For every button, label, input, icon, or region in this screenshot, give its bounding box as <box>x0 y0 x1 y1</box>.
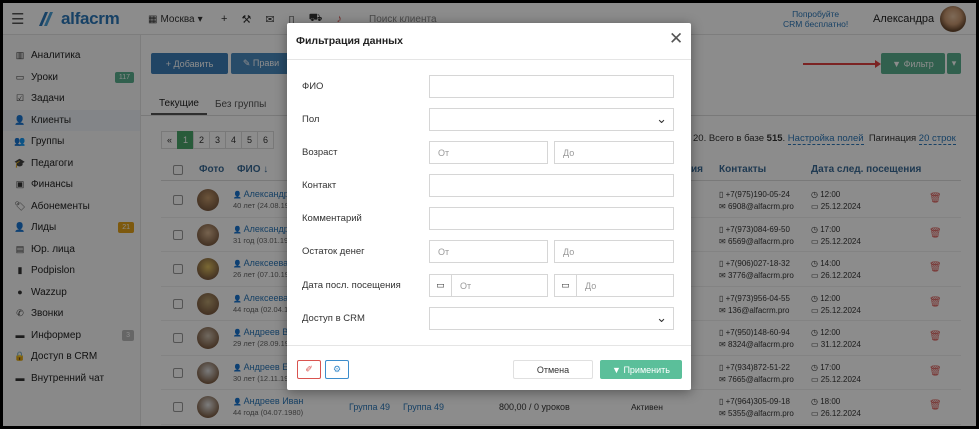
age-from-input[interactable]: От <box>429 141 548 164</box>
field-row-last-visit: Дата посл. посещения ▭ От ▭ До <box>287 274 691 298</box>
calendar-icon[interactable]: ▭ <box>555 275 577 296</box>
crm-access-select[interactable] <box>429 307 674 330</box>
balance-to-input[interactable]: До <box>554 240 674 263</box>
close-icon[interactable]: ✕ <box>669 30 683 48</box>
age-label: Возраст <box>302 147 338 158</box>
last-visit-to-placeholder: До <box>585 280 597 291</box>
last-visit-label: Дата посл. посещения <box>302 280 401 291</box>
calendar-icon[interactable]: ▭ <box>430 275 452 296</box>
last-visit-from-placeholder: От <box>460 280 472 291</box>
modal-backdrop[interactable]: Фильтрация данных ✕ ФИО Пол Возраст От Д… <box>3 3 976 426</box>
last-visit-to-input[interactable]: ▭ До <box>554 274 674 297</box>
comment-label: Комментарий <box>302 213 362 224</box>
filter-settings-button[interactable]: ⚙ <box>325 360 349 379</box>
cancel-button[interactable]: Отмена <box>513 360 593 379</box>
field-row-crm-access: Доступ в CRM <box>287 307 691 331</box>
contact-label: Контакт <box>302 180 337 191</box>
fio-input[interactable] <box>429 75 674 98</box>
field-row-comment: Комментарий <box>287 207 691 231</box>
eraser-icon: ✐ <box>305 364 313 374</box>
comment-input[interactable] <box>429 207 674 230</box>
field-row-gender: Пол <box>287 108 691 132</box>
clear-filter-button[interactable]: ✐ <box>297 360 321 379</box>
balance-label: Остаток денег <box>302 246 365 257</box>
apply-button[interactable]: ▼ Применить <box>600 360 682 379</box>
filter-modal: Фильтрация данных ✕ ФИО Пол Возраст От Д… <box>287 23 691 390</box>
field-row-contact: Контакт <box>287 174 691 198</box>
last-visit-from-input[interactable]: ▭ От <box>429 274 548 297</box>
crm-access-label: Доступ в CRM <box>302 313 365 324</box>
modal-title: Фильтрация данных <box>296 35 403 47</box>
gender-label: Пол <box>302 114 320 125</box>
age-to-input[interactable]: До <box>554 141 674 164</box>
field-row-balance: Остаток денег От До <box>287 240 691 264</box>
field-row-fio: ФИО <box>287 75 691 99</box>
modal-footer: ✐ ⚙ Отмена ▼ Применить <box>287 345 691 390</box>
gender-select[interactable] <box>429 108 674 131</box>
balance-from-input[interactable]: От <box>429 240 548 263</box>
gear-icon: ⚙ <box>332 364 342 374</box>
field-row-age: Возраст От До <box>287 141 691 165</box>
contact-input[interactable] <box>429 174 674 197</box>
fio-label: ФИО <box>302 81 324 92</box>
app-window: ☰ alfacrm ▦ Москва ▾ + ⚒ ✉ ▯ ⛟ ♪ Поиск к… <box>3 3 976 426</box>
modal-header: Фильтрация данных ✕ <box>287 23 691 60</box>
